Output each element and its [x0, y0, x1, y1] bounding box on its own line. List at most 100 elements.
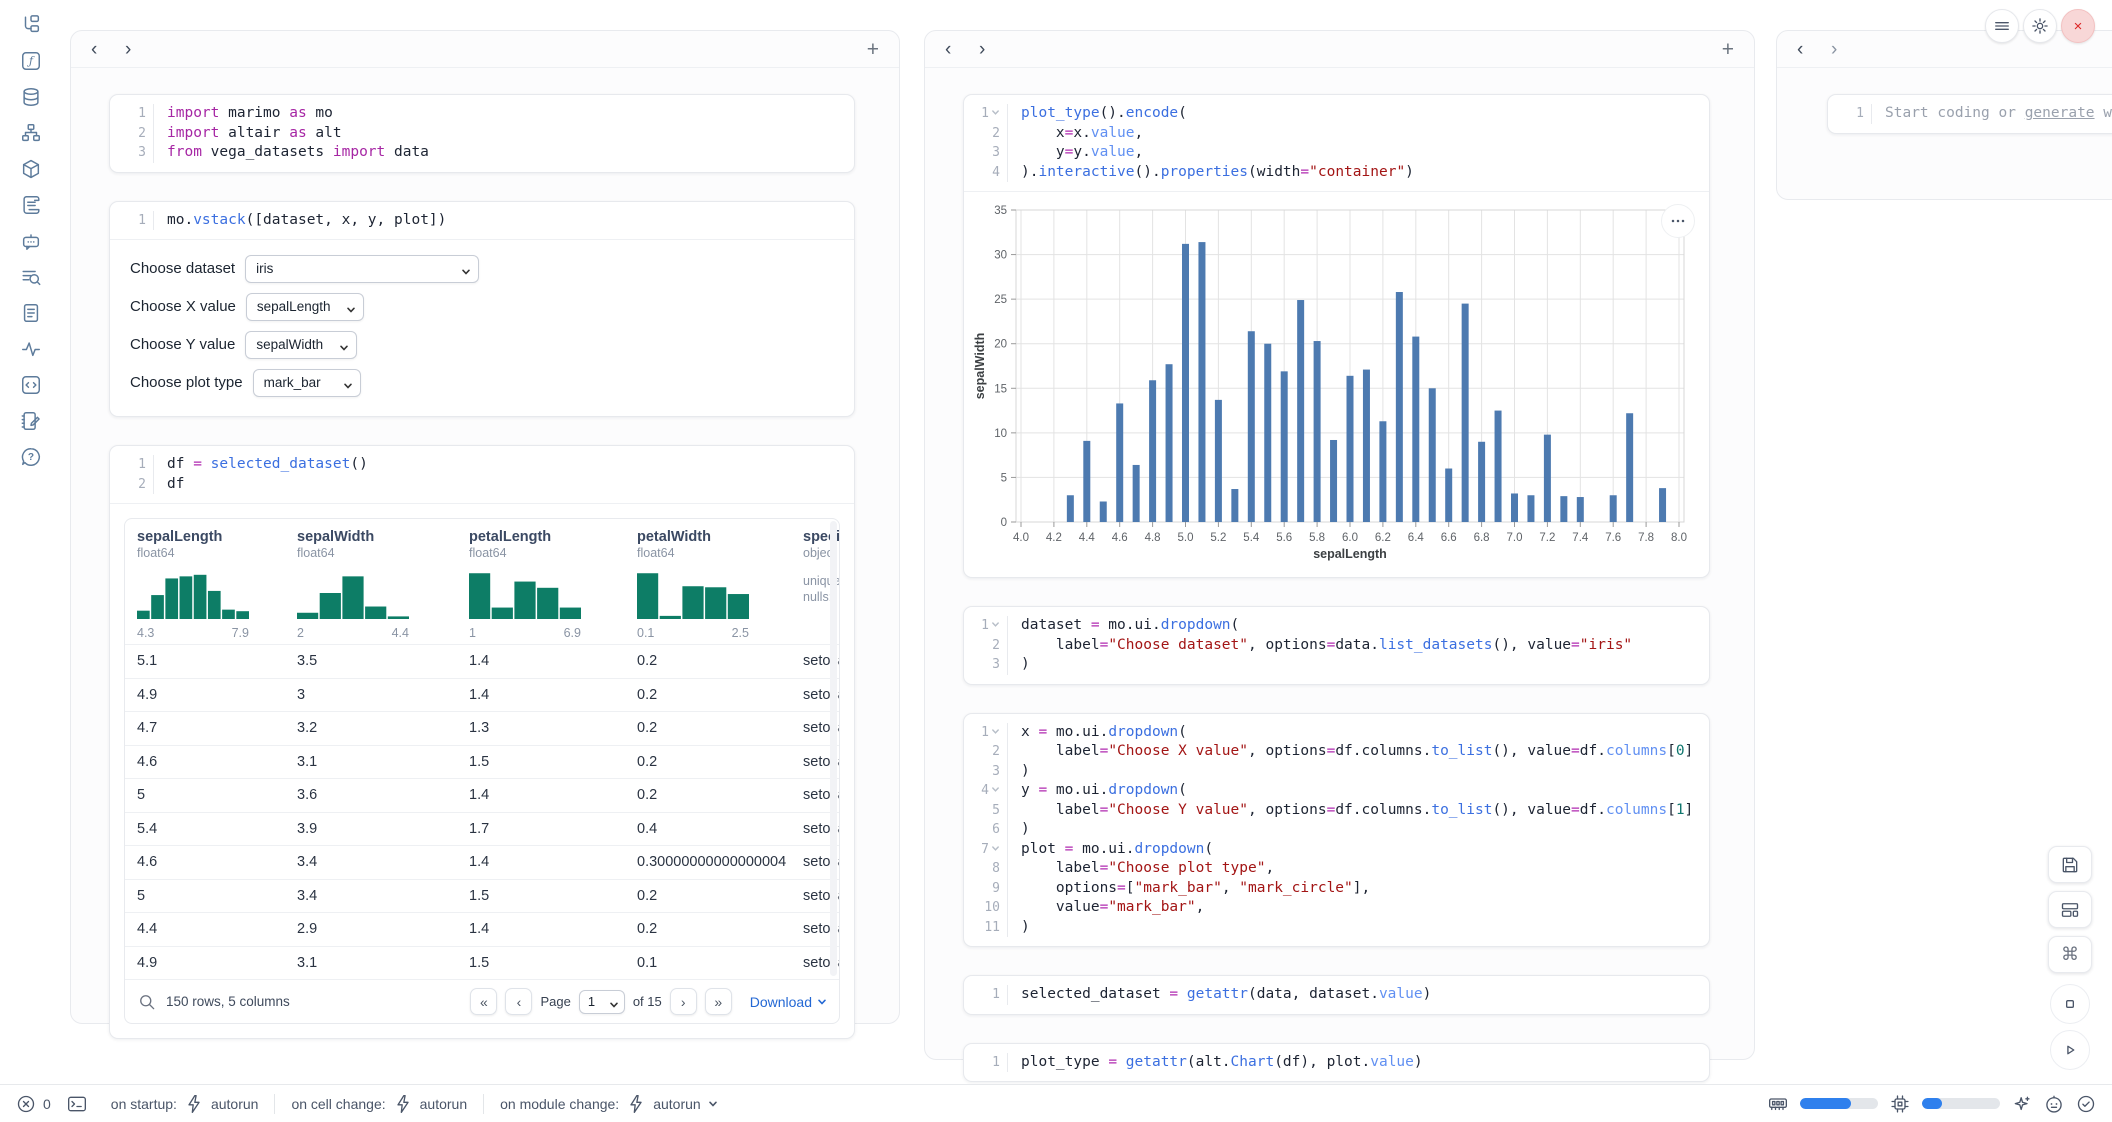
- sidebar-code-icon[interactable]: [20, 374, 42, 396]
- code-line[interactable]: 4y = mo.ui.dropdown(: [964, 781, 1709, 801]
- code-line[interactable]: 1plot_type().encode(: [964, 104, 1709, 124]
- code-line[interactable]: 3 y=y.value,: [964, 143, 1709, 163]
- terminal-button[interactable]: [67, 1094, 87, 1114]
- empty-code-cell[interactable]: 1 Start coding or generate with AI: [1827, 94, 2112, 134]
- first-page-button[interactable]: «: [470, 988, 497, 1015]
- code-line[interactable]: 8 label="Choose plot type",: [964, 859, 1709, 879]
- selected-dataset-cell[interactable]: 1selected_dataset = getattr(data, datase…: [963, 975, 1710, 1015]
- table-row[interactable]: 4.42.91.40.2setosa: [125, 912, 839, 946]
- sparkle-icon[interactable]: [2012, 1094, 2032, 1114]
- menu-button[interactable]: [1985, 9, 2019, 43]
- dataset-dropdown-cell[interactable]: 1dataset = mo.ui.dropdown(2 label="Choos…: [963, 606, 1710, 685]
- save-button[interactable]: [2048, 846, 2092, 883]
- chart-more-options-button[interactable]: [1661, 204, 1695, 238]
- xy-plot-dropdowns-cell[interactable]: 1x = mo.ui.dropdown(2 label="Choose X va…: [963, 713, 1710, 948]
- choose-x-value-select[interactable]: sepalLength: [246, 293, 364, 321]
- code-line[interactable]: 1dataset = mo.ui.dropdown(: [964, 616, 1709, 636]
- sidebar-chat-bot-icon[interactable]: [20, 230, 42, 252]
- code-line[interactable]: 1x = mo.ui.dropdown(: [964, 723, 1709, 743]
- sidebar-package-icon[interactable]: [20, 158, 42, 180]
- code-line[interactable]: 2 x=x.value,: [964, 124, 1709, 144]
- choose-y-value-select[interactable]: sepalWidth: [245, 331, 357, 359]
- choose-dataset-select[interactable]: iris: [245, 255, 479, 283]
- column-prev-icon[interactable]: ‹: [91, 40, 125, 59]
- fold-chevron-icon[interactable]: [991, 723, 1000, 743]
- page-select[interactable]: 1: [579, 990, 625, 1014]
- autorun-setting[interactable]: on cell change:autorun: [291, 1094, 467, 1114]
- code-line[interactable]: 10 value="mark_bar",: [964, 898, 1709, 918]
- code-line[interactable]: 2 label="Choose dataset", options=data.l…: [964, 636, 1709, 656]
- code-line[interactable]: 4).interactive().properties(width="conta…: [964, 163, 1709, 183]
- column-header-sepalWidth[interactable]: sepalWidthfloat6424.4: [297, 529, 469, 640]
- fold-chevron-icon[interactable]: [991, 104, 1000, 124]
- column-histogram[interactable]: [637, 567, 803, 624]
- column-next-icon[interactable]: ›: [1831, 40, 1865, 59]
- sidebar-notebook-icon[interactable]: [20, 410, 42, 432]
- code-line[interactable]: 3from vega_datasets import data: [110, 143, 854, 163]
- code-line[interactable]: 11): [964, 918, 1709, 938]
- add-cell-icon[interactable]: +: [1722, 39, 1734, 60]
- vstack-cell[interactable]: 1mo.vstack([dataset, x, y, plot]) Choose…: [109, 201, 855, 418]
- fold-chevron-icon[interactable]: [991, 840, 1000, 860]
- autorun-setting[interactable]: on module change:autorun: [500, 1094, 718, 1114]
- column-histogram[interactable]: [137, 567, 297, 624]
- code-line[interactable]: 1selected_dataset = getattr(data, datase…: [964, 985, 1709, 1005]
- sidebar-database-icon[interactable]: [20, 86, 42, 108]
- code-line[interactable]: 2df: [110, 475, 854, 495]
- sidebar-activity-icon[interactable]: [20, 338, 42, 360]
- sidebar-graph-icon[interactable]: [20, 122, 42, 144]
- table-row[interactable]: 53.61.40.2setosa: [125, 778, 839, 812]
- generate-link[interactable]: generate: [2025, 105, 2095, 121]
- column-header-petalWidth[interactable]: petalWidthfloat640.12.5: [637, 529, 803, 640]
- fold-chevron-icon[interactable]: [991, 616, 1000, 636]
- column-next-icon[interactable]: ›: [979, 40, 1013, 59]
- table-row[interactable]: 53.41.50.2setosa: [125, 879, 839, 913]
- robot-icon[interactable]: [2044, 1094, 2064, 1114]
- autorun-setting[interactable]: on startup:autorun: [111, 1094, 259, 1114]
- code-line[interactable]: 1plot_type = getattr(alt.Chart(df), plot…: [964, 1053, 1709, 1073]
- sidebar-script-icon[interactable]: [20, 194, 42, 216]
- search-icon[interactable]: [137, 992, 157, 1012]
- table-row[interactable]: 4.93.11.50.1setosa: [125, 946, 839, 980]
- add-cell-icon[interactable]: +: [867, 39, 879, 60]
- code-line[interactable]: 7plot = mo.ui.dropdown(: [964, 840, 1709, 860]
- fold-chevron-icon[interactable]: [991, 781, 1000, 801]
- column-histogram[interactable]: [297, 567, 469, 624]
- code-line[interactable]: 2 label="Choose X value", options=df.col…: [964, 742, 1709, 762]
- column-prev-icon[interactable]: ‹: [945, 40, 979, 59]
- next-page-button[interactable]: ›: [670, 988, 697, 1015]
- table-scrollbar[interactable]: [830, 521, 837, 976]
- column-prev-icon[interactable]: ‹: [1797, 40, 1831, 59]
- sidebar-tree-icon[interactable]: [20, 14, 42, 36]
- prev-page-button[interactable]: ‹: [505, 988, 532, 1015]
- bar-chart[interactable]: 4.04.24.44.64.85.05.25.45.65.86.06.26.46…: [970, 200, 1696, 566]
- sidebar-document-icon[interactable]: [20, 302, 42, 324]
- error-count[interactable]: 0: [16, 1094, 51, 1114]
- table-row[interactable]: 4.931.40.2setosa: [125, 678, 839, 712]
- close-button[interactable]: ×: [2061, 9, 2095, 43]
- plot-cell[interactable]: 1plot_type().encode(2 x=x.value,3 y=y.va…: [963, 94, 1710, 578]
- code-line[interactable]: 3): [964, 762, 1709, 782]
- layout-button[interactable]: [2048, 891, 2092, 928]
- table-row[interactable]: 4.63.11.50.2setosa: [125, 745, 839, 779]
- table-row[interactable]: 5.13.51.40.2setosa: [125, 644, 839, 678]
- table-row[interactable]: 4.73.21.30.2setosa: [125, 711, 839, 745]
- code-line[interactable]: 1import marimo as mo: [110, 104, 854, 124]
- column-header-petalLength[interactable]: petalLengthfloat6416.9: [469, 529, 637, 640]
- command-palette-button[interactable]: ⌘: [2048, 936, 2092, 973]
- table-row[interactable]: 5.43.91.70.4setosa: [125, 812, 839, 846]
- code-line[interactable]: 6): [964, 820, 1709, 840]
- sidebar-search-list-icon[interactable]: [20, 266, 42, 288]
- sidebar-function-icon[interactable]: ƒ: [20, 50, 42, 72]
- last-page-button[interactable]: »: [705, 988, 732, 1015]
- choose-plot-type-select[interactable]: mark_bar: [253, 369, 361, 397]
- code-line[interactable]: 2import altair as alt: [110, 124, 854, 144]
- dataframe-cell[interactable]: 1df = selected_dataset()2df sepalLengthf…: [109, 445, 855, 1039]
- code-placeholder[interactable]: Start coding or generate with AI: [1872, 104, 2112, 124]
- code-line[interactable]: 5 label="Choose Y value", options=df.col…: [964, 801, 1709, 821]
- run-button[interactable]: [2050, 1030, 2090, 1070]
- code-line[interactable]: 1mo.vstack([dataset, x, y, plot]): [110, 211, 854, 231]
- column-header-sepalLength[interactable]: sepalLengthfloat644.37.9: [137, 529, 297, 640]
- code-line[interactable]: 9 options=["mark_bar", "mark_circle"],: [964, 879, 1709, 899]
- settings-button[interactable]: [2023, 9, 2057, 43]
